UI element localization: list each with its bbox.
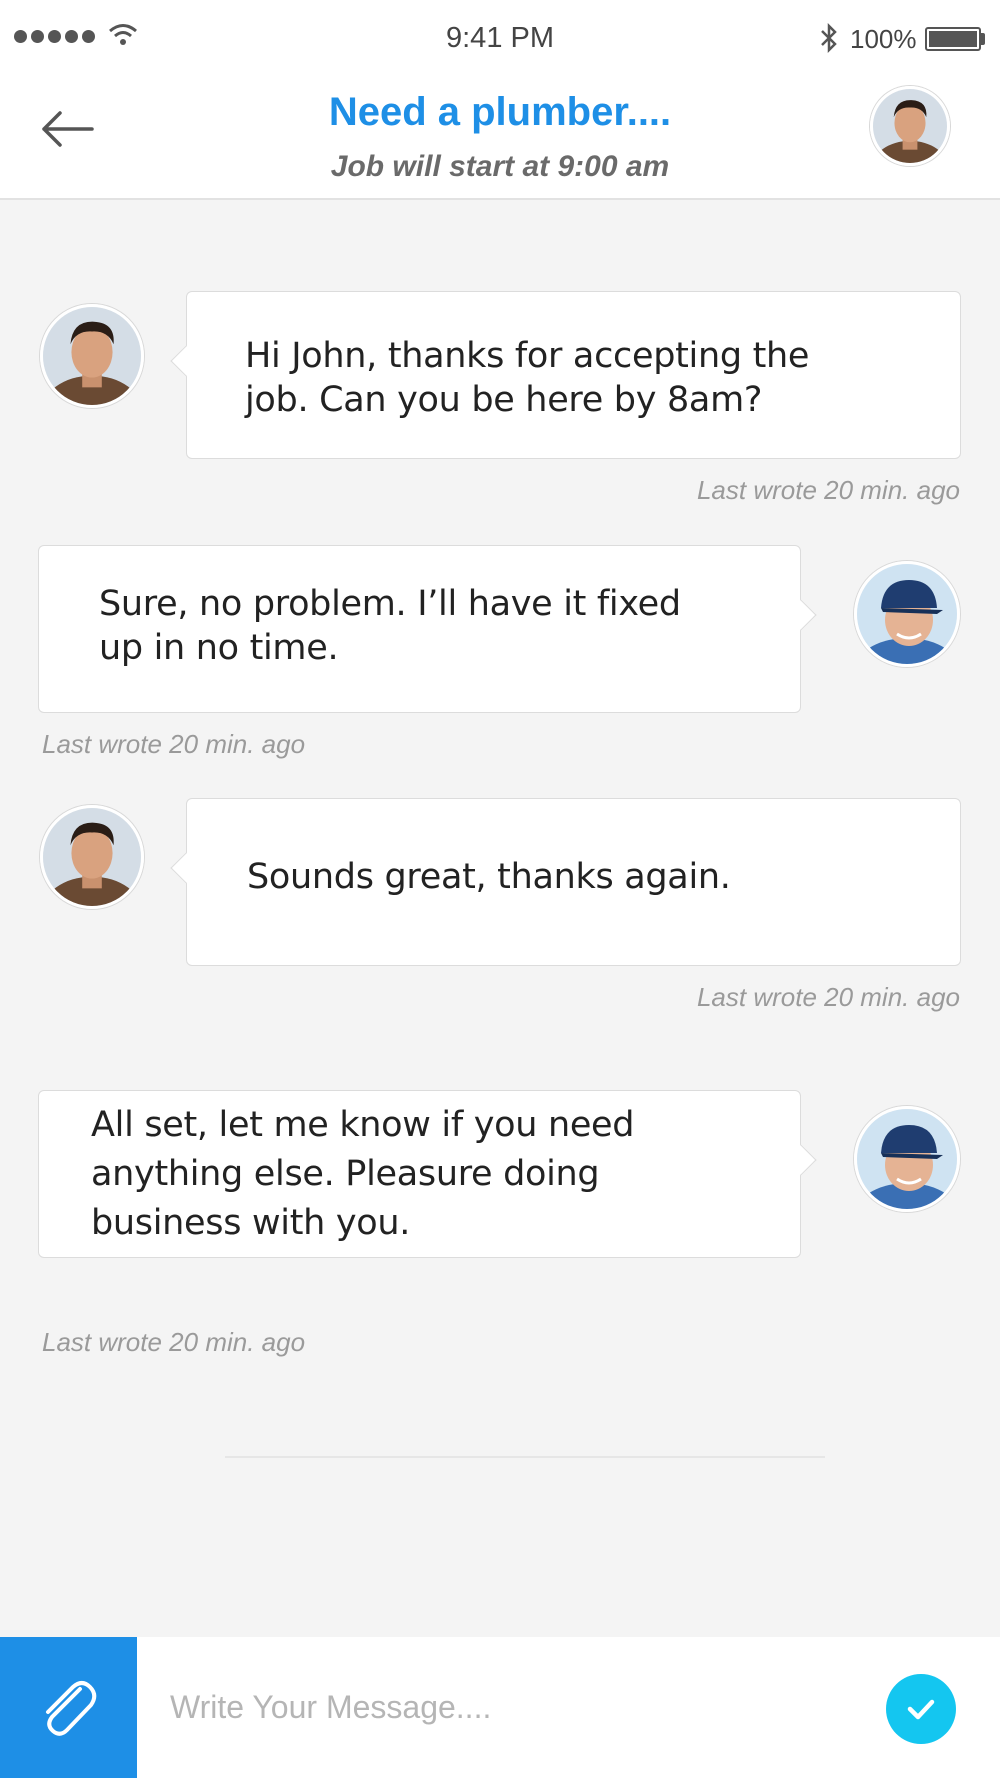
message-input[interactable] bbox=[170, 1677, 830, 1737]
divider bbox=[225, 1456, 825, 1458]
message-text: All set, let me know if you need anythin… bbox=[91, 1105, 635, 1243]
job-start-subtitle: Job will start at 9:00 am bbox=[330, 150, 670, 183]
client-avatar bbox=[40, 805, 144, 909]
message-text: Hi John, thanks for accepting the job. C… bbox=[245, 336, 810, 420]
message-bubble: Sounds great, thanks again. bbox=[170, 798, 961, 966]
message-timestamp: Last wrote 20 min. ago bbox=[696, 475, 960, 505]
message-bubble: Hi John, thanks for accepting the job. C… bbox=[170, 291, 961, 459]
battery-percent: 100% bbox=[850, 24, 917, 54]
paperclip-icon bbox=[46, 1681, 97, 1736]
plumber-avatar bbox=[854, 1106, 960, 1212]
message-composer bbox=[0, 1637, 1000, 1778]
plumber-avatar bbox=[854, 561, 960, 667]
checkmark-icon bbox=[907, 1699, 935, 1720]
header-user-avatar[interactable] bbox=[870, 86, 950, 166]
message-text: Sounds great, thanks again. bbox=[247, 857, 731, 897]
message-timestamp: Last wrote 20 min. ago bbox=[696, 982, 960, 1012]
attach-button[interactable] bbox=[0, 1637, 137, 1778]
chat-header: Need a plumber.... Job will start at 9:0… bbox=[0, 80, 1000, 200]
message-bubble: All set, let me know if you need anythin… bbox=[38, 1090, 817, 1258]
battery-tip bbox=[981, 33, 985, 45]
send-button[interactable] bbox=[886, 1674, 956, 1744]
message-text: Sure, no problem. I’ll have it fixed up … bbox=[99, 584, 681, 668]
client-avatar bbox=[40, 304, 144, 408]
message-timestamp: Last wrote 20 min. ago bbox=[42, 1327, 306, 1357]
bluetooth-icon bbox=[821, 22, 837, 54]
page-title: Need a plumber.... bbox=[328, 90, 672, 134]
status-bar: 9:41 PM 100% bbox=[0, 0, 1000, 80]
message-timestamp: Last wrote 20 min. ago bbox=[42, 729, 306, 759]
battery-icon bbox=[925, 27, 981, 51]
message-bubble: Sure, no problem. I’ll have it fixed up … bbox=[38, 545, 817, 713]
